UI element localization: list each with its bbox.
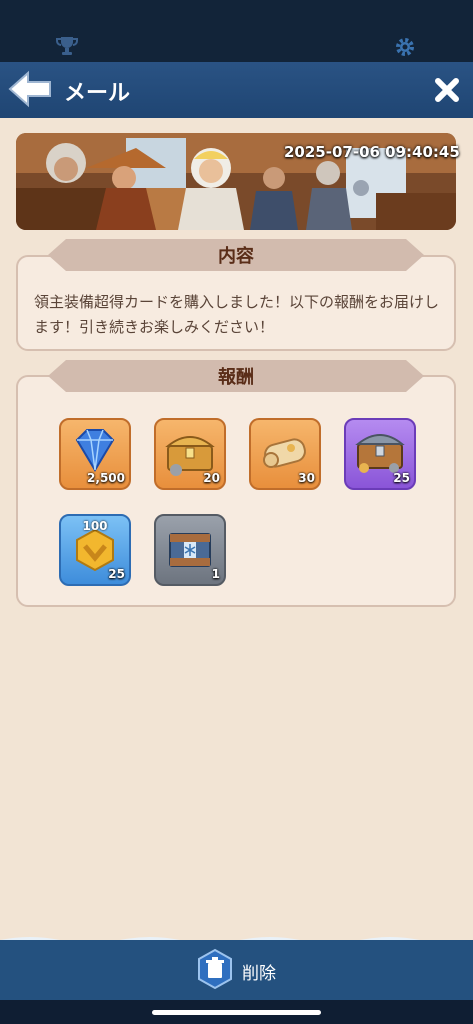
reward-item[interactable]: 30 bbox=[249, 418, 321, 490]
top-bar bbox=[0, 0, 473, 62]
close-icon[interactable] bbox=[433, 76, 461, 104]
reward-count: 25 bbox=[393, 471, 410, 485]
rewards-heading: 報酬 bbox=[48, 360, 424, 392]
reward-count: 25 bbox=[108, 567, 125, 581]
mail-message: 領主装備超得カードを購入しました！以下の報酬をお届けします！引き続きお楽しみくだ… bbox=[34, 293, 440, 336]
reward-count: 20 bbox=[203, 471, 220, 485]
home-indicator[interactable] bbox=[152, 1010, 321, 1015]
reward-item[interactable]: 25 bbox=[344, 418, 416, 490]
content-heading: 内容 bbox=[48, 239, 424, 271]
reward-count: 1 bbox=[211, 567, 220, 581]
reward-count: 30 bbox=[298, 471, 315, 485]
mail-header: メール bbox=[0, 62, 473, 120]
trash-icon bbox=[198, 948, 232, 990]
page-title: メール bbox=[64, 81, 131, 106]
reward-item[interactable]: 20 bbox=[154, 418, 226, 490]
reward-label: 100 bbox=[82, 519, 108, 533]
mail-timestamp: 2025-07-06 09:40:45 bbox=[284, 143, 460, 161]
snowflake-crate-icon bbox=[169, 533, 211, 567]
reward-item[interactable]: 100 25 bbox=[59, 514, 131, 586]
back-arrow-icon[interactable] bbox=[8, 70, 52, 108]
delete-button[interactable]: 削除 bbox=[196, 948, 306, 990]
reward-item[interactable]: 1 bbox=[154, 514, 226, 586]
gear-icon[interactable] bbox=[394, 36, 416, 58]
reward-count: 2,500 bbox=[87, 471, 125, 485]
trophy-icon[interactable] bbox=[55, 36, 79, 56]
reward-item[interactable]: 2,500 bbox=[59, 418, 131, 490]
delete-label: 削除 bbox=[242, 964, 276, 984]
